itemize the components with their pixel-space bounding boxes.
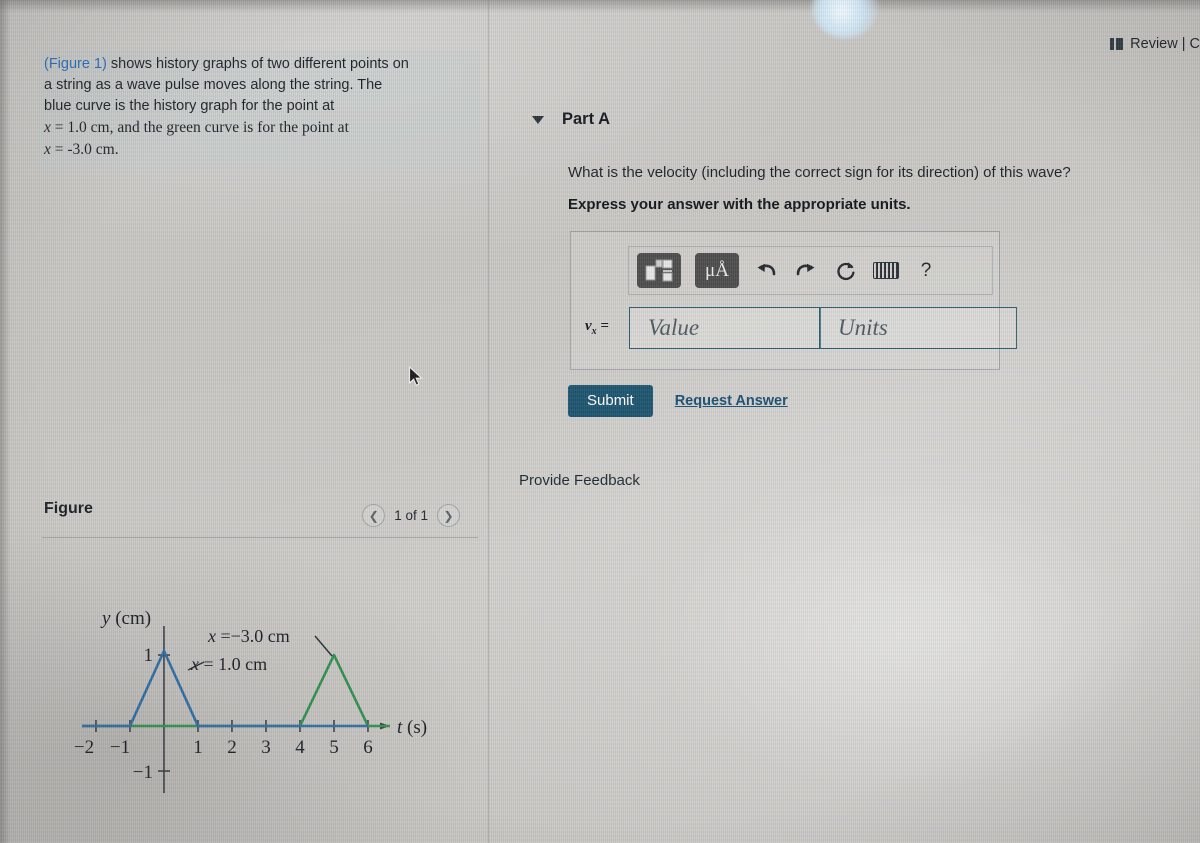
problem-line-4: = 1.0 cm, and the green curve is for the…: [50, 119, 349, 136]
review-label: Review | C: [1130, 36, 1200, 52]
y-axis-label: y (cm): [100, 608, 151, 629]
column-divider: [488, 0, 489, 843]
figure-1-link[interactable]: (Figure 1): [44, 56, 107, 72]
answer-toolbar: μÅ ?: [628, 246, 993, 295]
units-icon[interactable]: μÅ: [695, 253, 739, 288]
velocity-variable-label: vx =: [585, 318, 609, 337]
problem-line-2: a string as a wave pulse moves along the…: [44, 77, 383, 93]
chevron-left-icon[interactable]: ❮: [362, 504, 386, 527]
svg-text:1: 1: [193, 737, 203, 758]
history-graph-figure: y (cm) t (s) x =−3.0 cm x = 1.0 cm −2 −1…: [60, 608, 480, 808]
problem-line-4-var: x: [44, 119, 51, 136]
problem-line-5-var: x: [44, 141, 51, 158]
units-input[interactable]: Units: [819, 307, 1017, 349]
keyboard-icon[interactable]: [873, 258, 899, 284]
x-axis-label: t (s): [397, 717, 427, 738]
question-text: What is the velocity (including the corr…: [568, 164, 1071, 181]
problem-line-5: = -3.0 cm.: [50, 141, 119, 158]
mouse-cursor: [408, 365, 424, 388]
express-instruction: Express your answer with the appropriate…: [568, 196, 911, 213]
caret-down-icon[interactable]: [532, 115, 544, 124]
svg-text:5: 5: [329, 737, 339, 758]
green-curve-annotation: x =−3.0 cm: [207, 626, 290, 646]
screenshot-root: (Figure 1) shows history graphs of two d…: [0, 0, 1200, 843]
reset-icon[interactable]: [833, 258, 859, 284]
svg-text:−1: −1: [110, 737, 130, 758]
undo-icon[interactable]: [753, 258, 779, 284]
book-icon: [1110, 38, 1124, 50]
svg-text:3: 3: [261, 737, 271, 758]
submit-row: Submit Request Answer: [568, 385, 788, 417]
problem-line-3: blue curve is the history graph for the …: [44, 98, 335, 114]
screen-top-shadow: [0, 0, 1200, 12]
history-graph-svg: y (cm) t (s) x =−3.0 cm x = 1.0 cm −2 −1…: [74, 608, 427, 793]
velocity-equals: =: [596, 318, 609, 334]
problem-line-1: shows history graphs of two different po…: [106, 56, 409, 72]
request-answer-link[interactable]: Request Answer: [675, 393, 788, 409]
answer-entry-panel: μÅ ? vx = Value Units: [570, 231, 1017, 370]
redo-icon[interactable]: [793, 258, 819, 284]
svg-text:−2: −2: [74, 737, 94, 758]
problem-statement: (Figure 1) shows history graphs of two d…: [38, 50, 480, 169]
chevron-right-icon[interactable]: ❯: [437, 504, 460, 527]
template-icon[interactable]: [637, 253, 681, 288]
figure-pager: ❮ 1 of 1 ❯: [362, 504, 460, 527]
svg-text:6: 6: [363, 737, 373, 758]
x-tick-labels: −2 −1 1 2 3 4 5 6: [74, 737, 373, 758]
figure-header: Figure ❮ 1 of 1 ❯: [44, 500, 474, 534]
review-strip[interactable]: Review | C: [1110, 36, 1200, 52]
figure-title: Figure: [44, 500, 93, 517]
figure-page-count: 1 of 1: [394, 508, 428, 523]
screen-left-shadow: [0, 0, 10, 843]
svg-text:4: 4: [295, 737, 305, 758]
figure-divider: [42, 537, 478, 538]
svg-text:−1: −1: [133, 762, 153, 783]
blue-curve-annotation: x = 1.0 cm: [190, 654, 267, 674]
provide-feedback-link[interactable]: Provide Feedback: [519, 472, 640, 489]
help-icon[interactable]: ?: [913, 258, 939, 284]
svg-text:1: 1: [144, 645, 154, 666]
svg-text:2: 2: [227, 737, 237, 758]
units-button-label: μÅ: [705, 259, 729, 281]
value-input[interactable]: Value: [629, 307, 821, 349]
part-a-title: Part A: [562, 110, 610, 128]
velocity-variable: v: [585, 318, 592, 334]
part-a-header[interactable]: Part A: [532, 110, 610, 129]
submit-button[interactable]: Submit: [568, 385, 653, 417]
green-annotation-leader: [314, 635, 333, 657]
